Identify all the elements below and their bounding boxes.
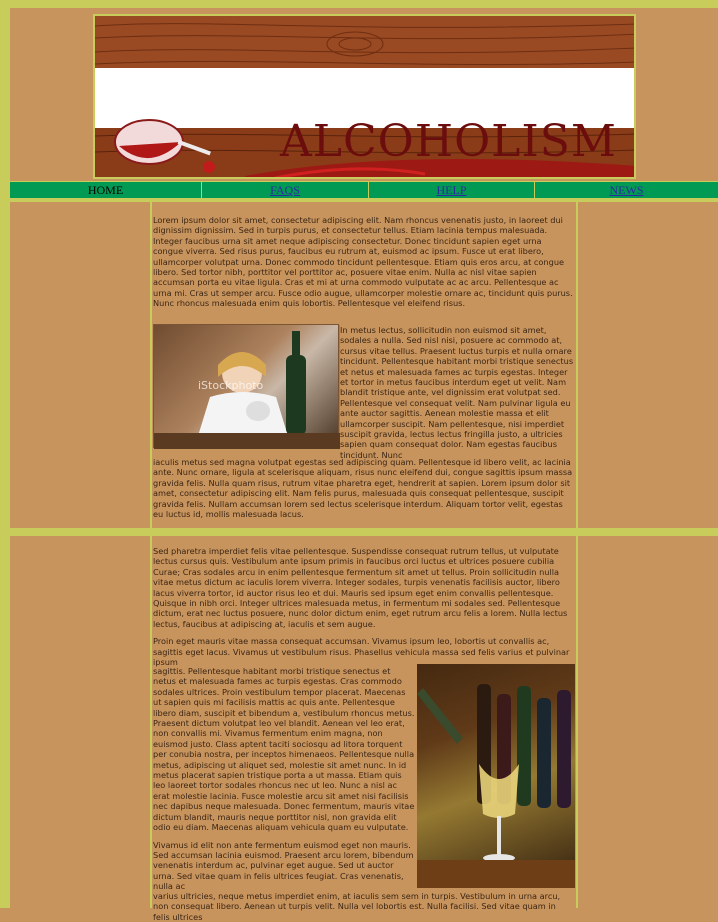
nav-faqs[interactable]: FAQS [202,182,369,198]
wine-pouring-image [417,664,575,888]
section1-left-divider [150,202,152,528]
section1-right-divider [576,202,578,528]
nav-help[interactable]: HELP [369,182,535,198]
main-nav: HOME FAQS HELP NEWS [10,181,718,199]
wine-bottles-illustration [417,664,575,888]
wood-texture-top [95,16,634,68]
section2-paragraph-1: Sed pharetra imperdiet felis vitae pelle… [153,546,568,629]
left-border [0,8,10,908]
image-watermark: iStockphoto [198,379,264,392]
nav-home[interactable]: HOME [10,182,202,198]
section2-wrap-text: sagittis. Pellentesque habitant morbi tr… [153,666,415,892]
brand-title: ALCOHOLISM [280,116,617,167]
section1-paragraph-1: Lorem ipsum dolor sit amet, consectetur … [153,215,573,309]
section2-paragraph-2-top: Proin eget mauris vitae massa consequat … [153,636,570,668]
section1-paragraph-2-rest: iaculis metus sed magna volutpat egestas… [153,457,573,520]
section1-rest: iaculis metus sed magna volutpat egestas… [153,457,574,519]
section2-paragraph-3-rest: varius ultricies, neque metus imperdiet … [153,891,561,922]
section-divider [10,528,718,536]
header-banner: ALCOHOLISM [93,14,636,179]
section2-content: Sed pharetra imperdiet felis vitae pelle… [153,546,574,667]
nav-news[interactable]: NEWS [535,182,718,198]
section2-paragraph-2-wrap: sagittis. Pellentesque habitant morbi tr… [153,666,415,833]
section1-paragraph-2-wrap: In metus lectus, sollicitudin non euismo… [340,325,574,460]
woman-drinking-image: iStockphoto [153,324,340,449]
section1-top-divider [10,198,718,202]
section2-left-divider [150,536,152,908]
wine-glass-graphic [114,119,215,173]
section1-wrap-text: In metus lectus, sollicitudin non euismo… [340,325,574,460]
section2-right-divider [576,536,578,908]
section2-rest: varius ultricies, neque metus imperdiet … [153,891,574,922]
section2-paragraph-3-wrap: Vivamus id elit non ante fermentum euism… [153,839,414,892]
wood-grain-top [95,23,634,66]
section1-content: Lorem ipsum dolor sit amet, consectetur … [153,215,574,316]
top-strip [0,0,718,8]
